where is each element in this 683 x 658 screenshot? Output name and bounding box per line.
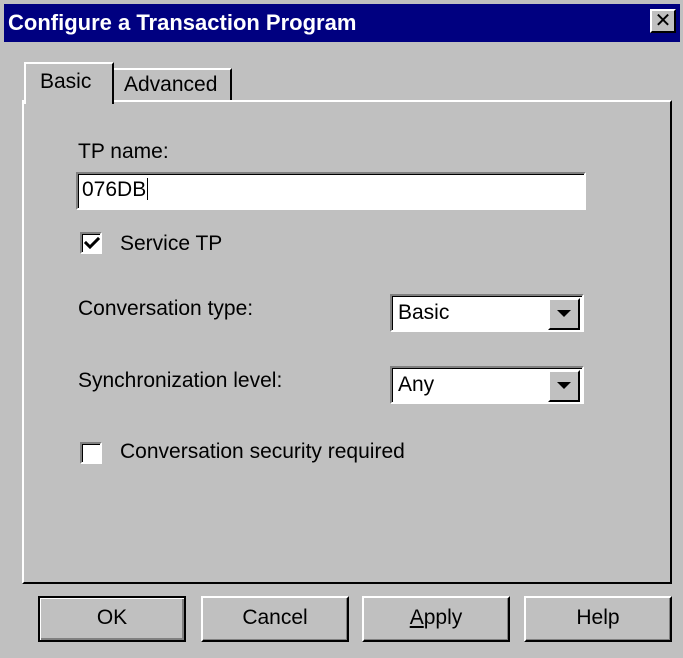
sync-level-select[interactable]: Any [390, 366, 584, 404]
tab-basic[interactable]: Basic [24, 62, 114, 104]
conversation-type-label: Conversation type: [78, 297, 254, 320]
sync-level-value: Any [398, 373, 435, 396]
apply-button-label: pply [423, 606, 463, 629]
help-button-label: Help [576, 606, 620, 629]
service-tp-checkbox[interactable] [80, 232, 102, 254]
text-caret [147, 178, 149, 200]
close-icon: ✕ [654, 8, 672, 32]
sync-level-dropdown-button[interactable] [548, 370, 580, 402]
tab-advanced[interactable]: Advanced [112, 68, 232, 102]
window-title: Configure a Transaction Program [8, 10, 357, 35]
sync-level-label: Synchronization level: [78, 369, 283, 392]
title-bar[interactable]: Configure a Transaction Program ✕ [4, 4, 680, 42]
ok-button[interactable]: OK [38, 596, 186, 642]
service-tp-label[interactable]: Service TP [120, 232, 222, 256]
cancel-button-label: Cancel [242, 606, 308, 629]
conversation-type-value: Basic [398, 301, 450, 324]
conversation-type-dropdown-button[interactable] [548, 298, 580, 330]
dialog-window: Configure a Transaction Program ✕ Advanc… [0, 0, 683, 658]
security-required-label[interactable]: Conversation security required [120, 440, 405, 464]
security-required-checkbox[interactable] [80, 442, 102, 464]
apply-button[interactable]: Apply [362, 596, 510, 642]
chevron-down-icon [557, 382, 571, 389]
close-button[interactable]: ✕ [650, 9, 676, 33]
tp-name-value: 076DB [82, 178, 147, 201]
ok-button-label: OK [96, 606, 128, 629]
checkmark-icon [83, 236, 101, 250]
tab-connector [26, 100, 112, 103]
tp-name-label: TP name: [78, 140, 169, 163]
tab-advanced-label: Advanced [124, 73, 218, 96]
conversation-type-select[interactable]: Basic [390, 294, 584, 332]
help-button[interactable]: Help [524, 596, 672, 642]
tab-basic-label: Basic [40, 70, 92, 93]
chevron-down-icon [557, 310, 571, 317]
tp-name-input[interactable]: 076DB [76, 172, 586, 210]
apply-mnemonic: A [409, 606, 424, 629]
cancel-button[interactable]: Cancel [201, 596, 349, 642]
